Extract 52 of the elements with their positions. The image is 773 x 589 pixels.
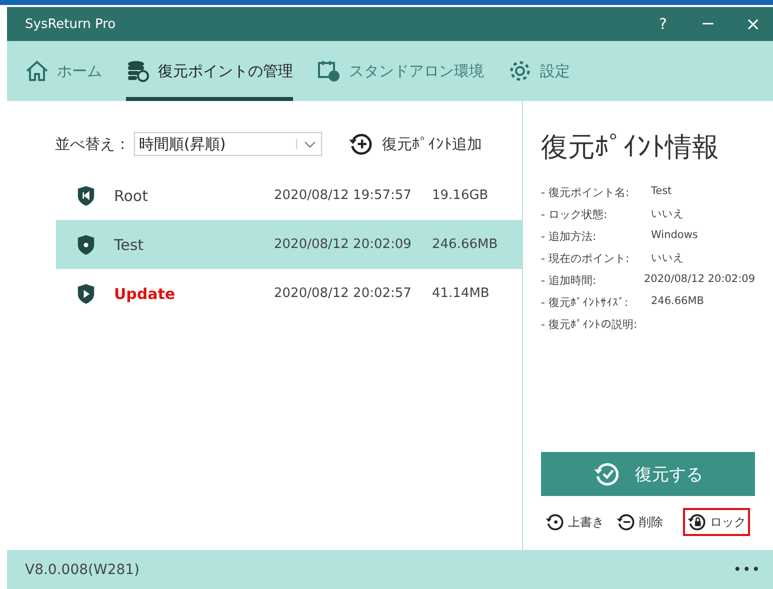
minimize-button[interactable]: − — [683, 7, 733, 41]
info-label: - 追加方法: — [541, 229, 598, 244]
help-button[interactable]: ? — [643, 7, 683, 41]
info-label: - 現在のポイント: — [541, 251, 630, 266]
info-value: いいえ — [651, 251, 684, 266]
close-button[interactable]: × — [733, 7, 773, 41]
nav-tab[interactable]: 復元ポイントの管理 — [126, 41, 293, 101]
point-name: Update — [114, 284, 176, 302]
restore-button[interactable]: 復元する — [541, 452, 755, 496]
restore-point-row[interactable]: Update 2020/08/12 20:02:57 41.14MB — [56, 269, 522, 318]
info-value: Test — [651, 185, 672, 199]
info-value: 246.66MB — [651, 295, 704, 309]
info-label: - 復元ﾎﾟｲﾝﾄｻｲｽﾞ: — [541, 295, 630, 310]
info-value: Windows — [651, 229, 698, 243]
chevron-down-icon — [296, 139, 317, 149]
more-button[interactable]: ••• — [721, 562, 773, 578]
info-label: - 追加時間: — [541, 273, 598, 288]
sort-label: 並べ替え： — [55, 134, 130, 154]
sort-dropdown[interactable]: 時間順(昇順) — [134, 132, 322, 156]
database-icon — [126, 59, 150, 83]
point-name: Root — [114, 186, 149, 204]
info-label: - 復元ﾎﾟｲﾝﾄの説明: — [541, 317, 638, 332]
restore-point-row[interactable]: Test 2020/08/12 20:02:09 246.66MB — [56, 220, 522, 269]
home-icon — [25, 59, 49, 83]
point-size: 41.14MB — [432, 286, 490, 301]
point-time: 2020/08/12 20:02:09 — [274, 237, 412, 252]
window-title: SysReturn Pro — [25, 16, 116, 32]
shield-play-icon — [77, 282, 95, 304]
restore-add-icon — [348, 131, 374, 157]
restore-lock-icon — [687, 512, 707, 532]
point-size: 246.66MB — [432, 237, 498, 252]
delete-button[interactable]: 削除 — [612, 508, 667, 536]
shield-skip-icon — [77, 184, 95, 206]
settings-icon — [508, 59, 532, 83]
info-value: いいえ — [651, 207, 684, 222]
restore-point-row[interactable]: Root 2020/08/12 19:57:57 19.16GB — [56, 171, 522, 220]
version-text: V8.0.008(W281) — [25, 562, 140, 578]
point-time: 2020/08/12 19:57:57 — [274, 188, 412, 203]
info-title: 復元ﾎﾟｲﾝﾄ情報 — [541, 131, 720, 165]
restore-minus-icon — [616, 512, 636, 532]
point-name: Test — [114, 236, 145, 254]
add-point-button[interactable]: 復元ﾎﾟｲﾝﾄ追加 — [348, 131, 482, 157]
point-size: 19.16GB — [432, 188, 488, 203]
overwrite-button[interactable]: 上書き — [541, 508, 608, 536]
restore-dot-icon — [545, 512, 565, 532]
calendar-icon — [317, 59, 341, 83]
info-value: 2020/08/12 20:02:09 — [644, 273, 755, 287]
info-label: - ロック状態: — [541, 207, 608, 222]
info-label: - 復元ポイント名: — [541, 185, 630, 200]
lock-button[interactable]: ロック — [683, 508, 750, 536]
restore-check-icon — [593, 460, 621, 488]
point-time: 2020/08/12 20:02:57 — [274, 286, 412, 301]
